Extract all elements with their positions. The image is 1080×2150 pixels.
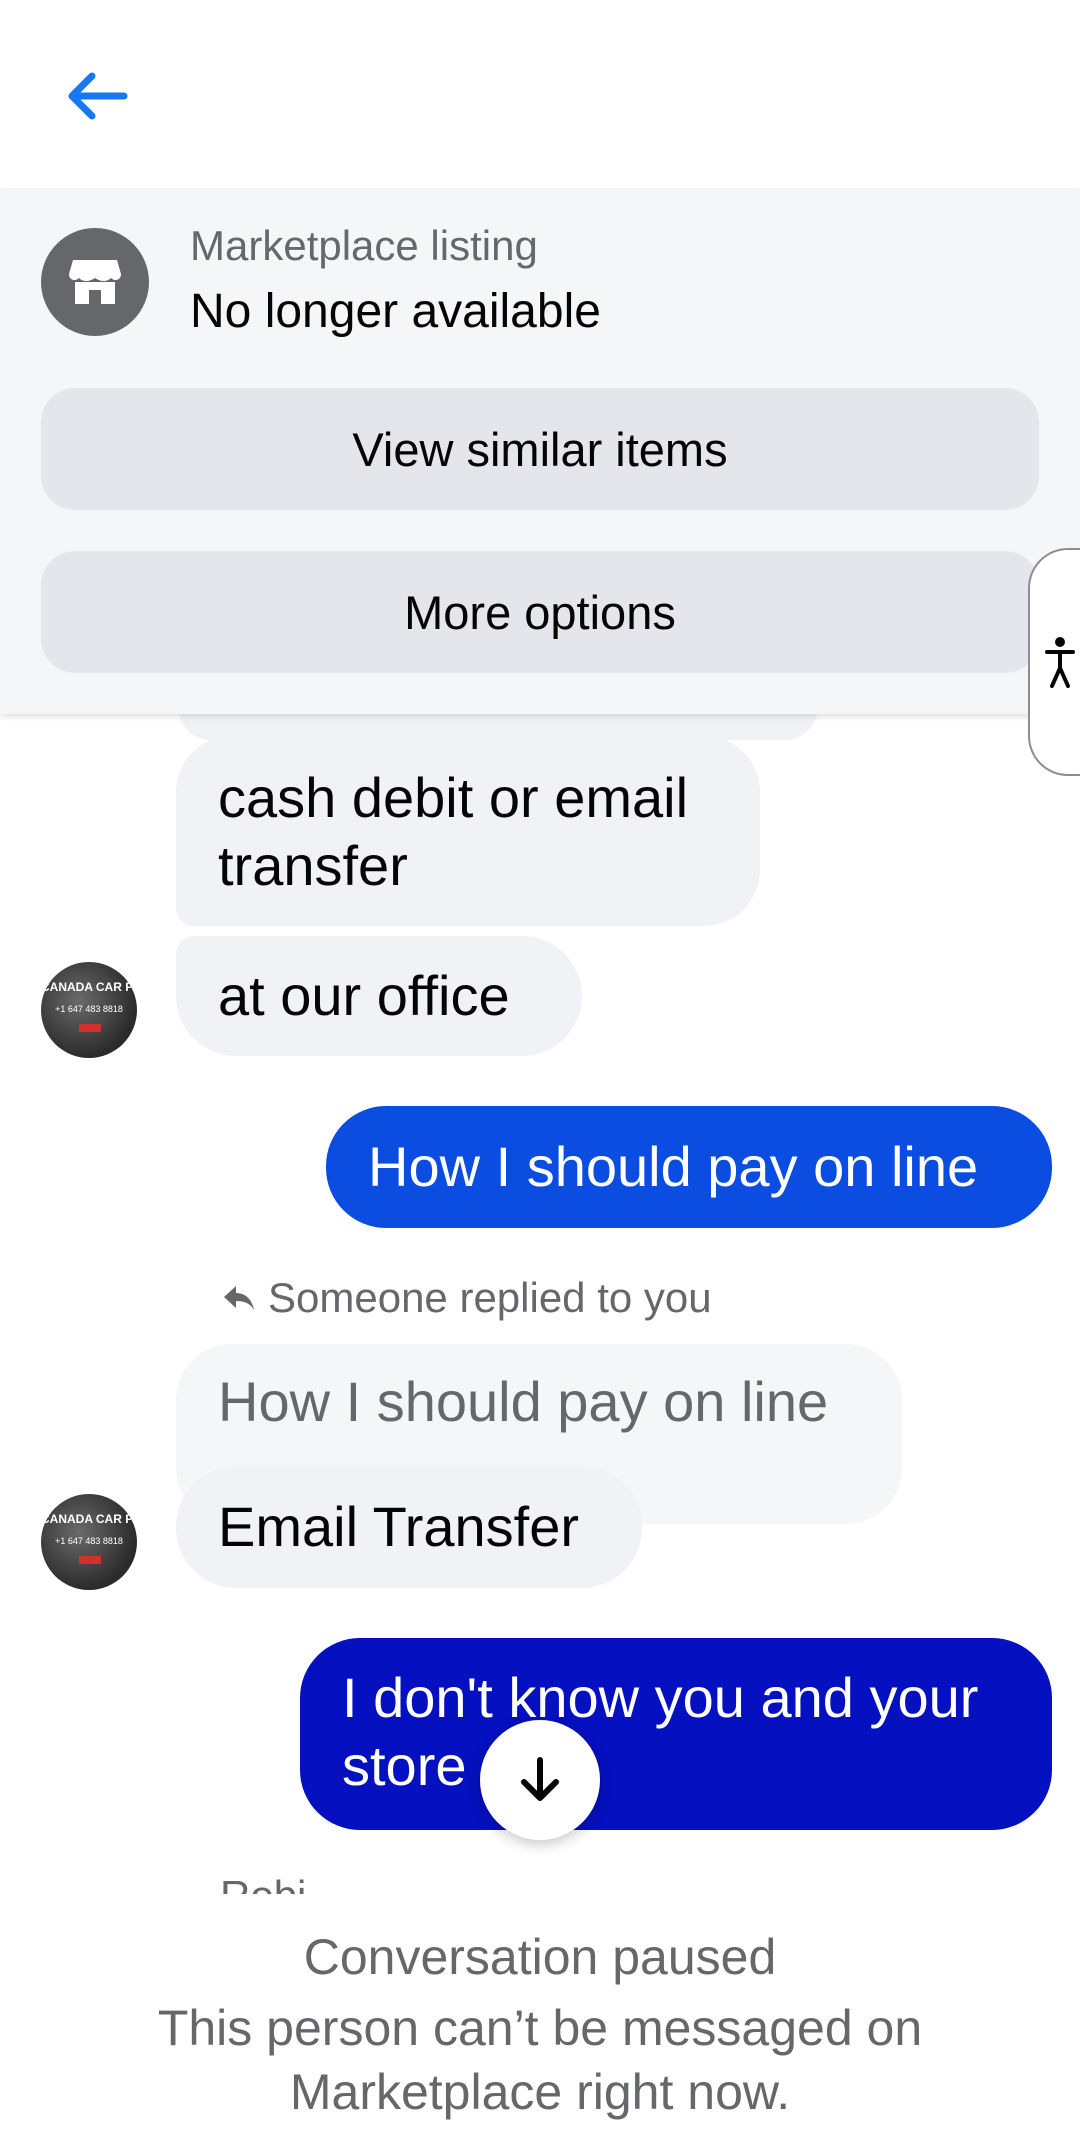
accessibility-button[interactable] — [1028, 548, 1080, 776]
message-bubble-incoming[interactable]: at our office — [176, 936, 582, 1056]
paused-title: Conversation paused — [303, 1929, 777, 1985]
conversation-paused-banner: Conversation paused This person can’t be… — [0, 1894, 1080, 2150]
paused-message: This person can’t be messaged on Marketp… — [157, 2000, 923, 2120]
view-similar-items-button[interactable]: View similar items — [41, 388, 1039, 510]
store-icon — [41, 228, 149, 336]
message-bubble-incoming[interactable]: Email Transfer — [176, 1466, 642, 1588]
arrow-down-icon — [521, 1757, 559, 1801]
message-bubble-outgoing[interactable]: How I should pay on line — [326, 1106, 1052, 1228]
arrow-left-icon — [68, 72, 128, 120]
message-bubble-outgoing[interactable]: I don't know you and your store — [300, 1638, 1052, 1830]
listing-kicker: Marketplace listing — [190, 222, 538, 269]
reply-notice: Someone replied to you — [222, 1274, 712, 1322]
back-button[interactable] — [56, 60, 136, 132]
message-bubble-incoming[interactable]: cash debit or email transfer — [176, 736, 760, 926]
marketplace-listing-card: Marketplace listing No longer available … — [0, 188, 1080, 714]
sender-avatar[interactable]: CANADA CAR PARTS +1 647 483 8818 — [41, 1494, 137, 1590]
listing-status: No longer available — [190, 285, 601, 338]
scroll-to-bottom-button[interactable] — [480, 1720, 600, 1840]
conversation-thread: cash debit or email transfer CANADA CAR … — [0, 714, 1080, 1894]
accessibility-icon — [1045, 637, 1075, 688]
sender-avatar[interactable]: CANADA CAR PARTS +1 647 483 8818 — [41, 962, 137, 1058]
top-bar — [0, 0, 1080, 188]
more-options-button[interactable]: More options — [41, 551, 1039, 673]
reply-icon — [224, 1286, 254, 1310]
